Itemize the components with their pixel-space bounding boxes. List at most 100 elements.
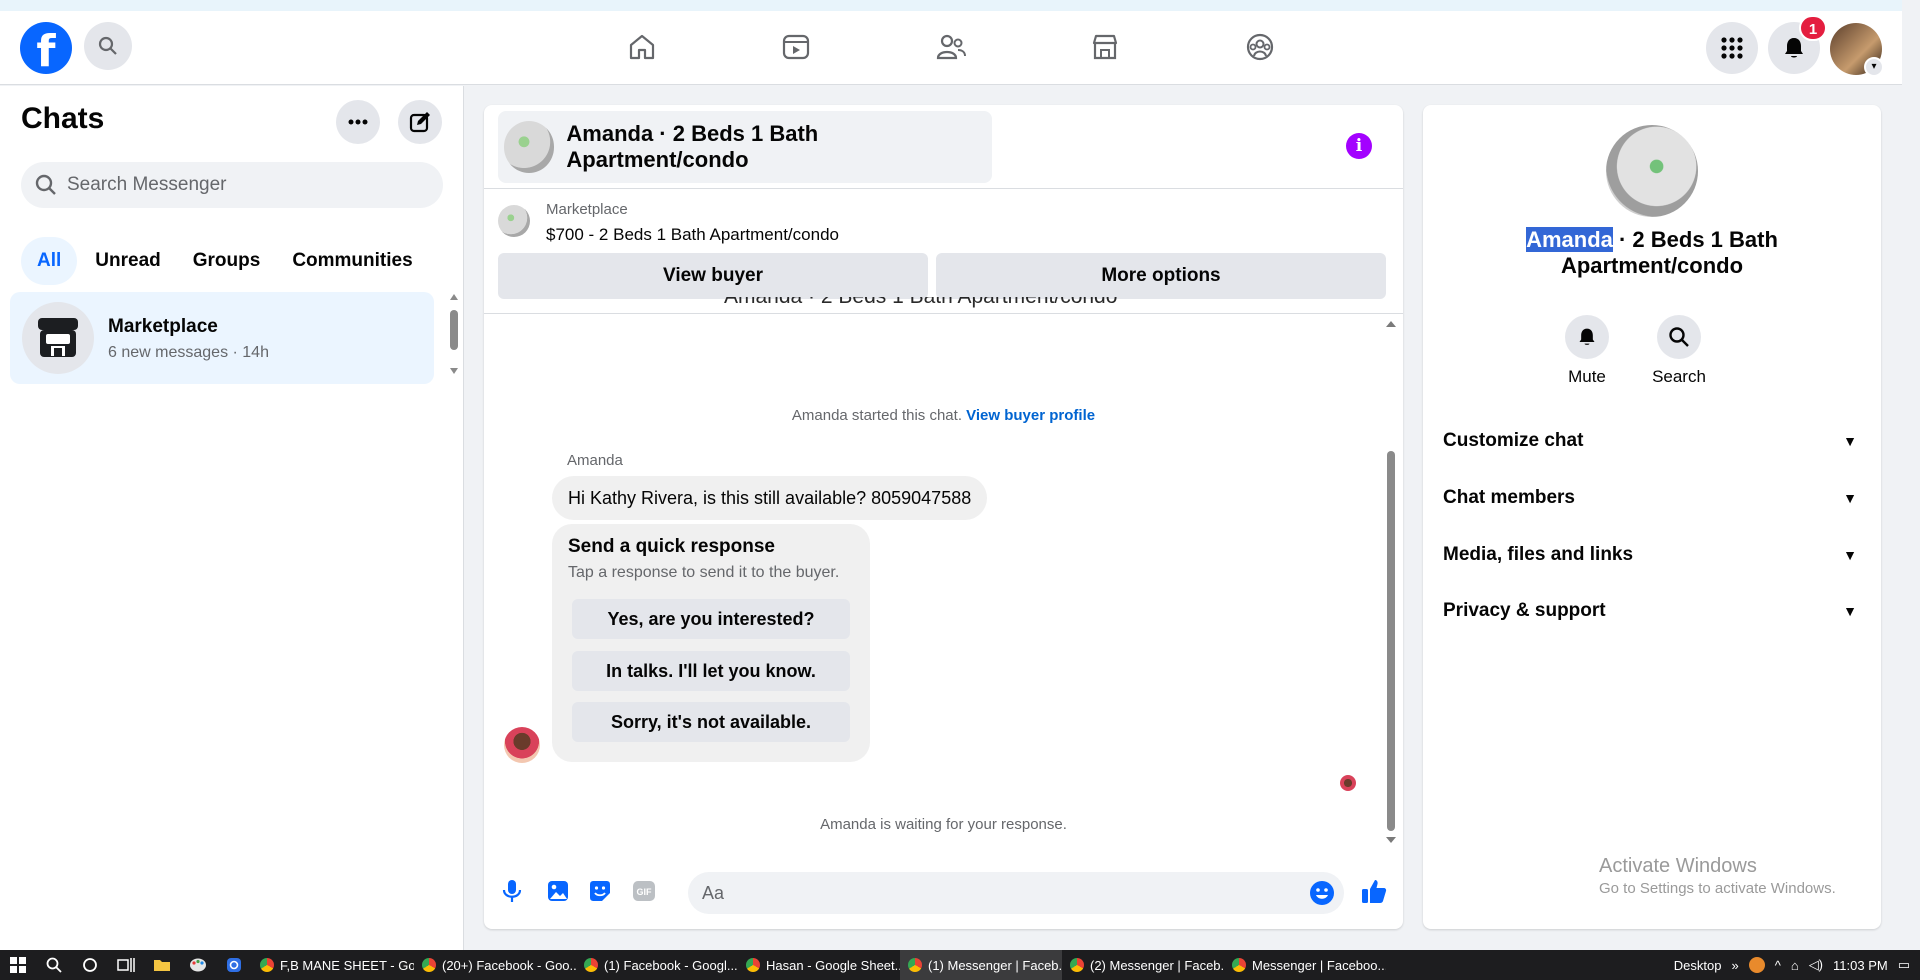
conversation-item-marketplace[interactable]: Marketplace 6 new messages · 14h (10, 292, 434, 384)
listing-price[interactable]: $700 - 2 Beds 1 Bath Apartment/condo (546, 225, 839, 245)
chat-members-row[interactable]: Chat members ▼ (1443, 476, 1863, 520)
marketplace-avatar (22, 302, 94, 374)
facebook-logo-icon[interactable]: f (20, 22, 72, 74)
action-center-icon[interactable]: ▭ (1898, 957, 1910, 973)
taskbar-window[interactable]: (20+) Facebook - Goo... (414, 950, 576, 980)
search-icon[interactable] (36, 950, 72, 980)
taskbar-window[interactable]: Hasan - Google Sheet... (738, 950, 900, 980)
chevron-down-icon: ▼ (1843, 547, 1857, 563)
view-buyer-profile-link[interactable]: View buyer profile (966, 407, 1095, 424)
send-like-button[interactable] (1360, 877, 1388, 905)
quick-response-option[interactable]: In talks. I'll let you know. (572, 651, 850, 691)
activate-subtitle: Go to Settings to activate Windows. (1599, 880, 1836, 897)
taskbar-window[interactable]: (2) Messenger | Faceb... (1062, 950, 1224, 980)
filter-groups[interactable]: Groups (179, 237, 275, 285)
chat-scrollbar[interactable] (1384, 317, 1398, 847)
nav-groups[interactable] (1240, 27, 1280, 67)
taskbar-window-label: (2) Messenger | Faceb... (1090, 957, 1224, 973)
buyer-avatar[interactable] (504, 727, 540, 763)
compose-icon (409, 112, 430, 133)
image-icon (548, 881, 568, 901)
emoji-button[interactable] (1308, 879, 1336, 907)
chrome-icon (1070, 958, 1084, 972)
marketplace-icon (1092, 34, 1118, 60)
quick-response-title: Send a quick response (568, 536, 775, 557)
nav-home[interactable] (622, 27, 662, 67)
file-explorer-icon[interactable] (144, 950, 180, 980)
task-view-icon[interactable] (108, 950, 144, 980)
message-input[interactable] (688, 872, 1344, 914)
overflow-chevron-icon[interactable]: » (1731, 958, 1738, 973)
chrome-icon (908, 958, 922, 972)
details-title: Amanda · 2 Beds 1 Bath Apartment/condo (1483, 227, 1821, 279)
privacy-support-row[interactable]: Privacy & support ▼ (1443, 589, 1863, 633)
gif-button[interactable]: GIF (630, 877, 658, 905)
mute-action[interactable]: Mute (1547, 315, 1627, 387)
row-label: Customize chat (1443, 430, 1584, 451)
time[interactable]: 11:03 PM (1833, 958, 1888, 973)
taskbar-window[interactable]: Messenger | Faceboo... (1224, 950, 1386, 980)
listing-photo[interactable] (1606, 125, 1698, 217)
message-bubble[interactable]: Hi Kathy Rivera, is this still available… (552, 476, 988, 520)
sticker-button[interactable] (586, 877, 614, 905)
sticker-icon (590, 881, 610, 901)
chat-started-notice: Amanda started this chat. View buyer pro… (484, 407, 1403, 424)
new-message-button[interactable] (398, 100, 442, 144)
friends-icon (936, 34, 966, 60)
search-input[interactable] (67, 174, 407, 196)
taskbar-window[interactable]: F,B MANE SHEET - Go... (252, 950, 414, 980)
taskbar-window-label: (1) Facebook - Googl... (604, 957, 738, 973)
nav-video[interactable] (776, 27, 816, 67)
chrome-icon (584, 958, 598, 972)
paint-icon[interactable] (180, 950, 216, 980)
nav-friends[interactable] (931, 27, 971, 67)
bell-icon[interactable] (1565, 315, 1609, 359)
menu-button[interactable] (1706, 22, 1758, 74)
attach-photo-button[interactable] (544, 877, 572, 905)
voice-clip-button[interactable] (498, 877, 526, 905)
filter-unread[interactable]: Unread (81, 237, 174, 285)
activate-windows-watermark: Activate Windows Go to Settings to activ… (1599, 855, 1836, 897)
search-icon[interactable] (1657, 315, 1701, 359)
windows-start-icon[interactable] (0, 950, 36, 980)
signal-app-icon[interactable] (216, 950, 252, 980)
view-buyer-button[interactable]: View buyer (498, 253, 928, 299)
taskbar-window-active[interactable]: (1) Messenger | Faceb... (900, 950, 1062, 980)
quick-response-option[interactable]: Sorry, it's not available. (572, 702, 850, 742)
chats-sidebar: Chats All Unread Groups Communities Mark… (0, 86, 464, 950)
info-icon[interactable]: i (1346, 133, 1372, 159)
customize-chat-row[interactable]: Customize chat ▼ (1443, 419, 1863, 463)
more-options-button[interactable]: More options (936, 253, 1386, 299)
sidebar-scrollbar[interactable] (448, 292, 460, 376)
chat-options-button[interactable] (336, 100, 380, 144)
chat-header[interactable]: Amanda · 2 Beds 1 Bath Apartment/condo (498, 111, 992, 183)
marketplace-label: Marketplace (546, 201, 628, 218)
search-icon (35, 174, 56, 195)
apps-grid-icon (1721, 37, 1743, 59)
volume-icon[interactable]: ◁) (1809, 957, 1823, 973)
top-navigation-bar: f 1 ▾ (0, 11, 1902, 85)
chat-pane: Amanda · 2 Beds 1 Bath Apartment/condo i… (484, 105, 1403, 929)
waiting-notice: Amanda is waiting for your response. (820, 816, 1067, 833)
page-scrollbar[interactable] (1902, 0, 1920, 950)
messenger-search[interactable] (21, 162, 443, 208)
groups-icon (1246, 33, 1274, 61)
taskbar-window[interactable]: (1) Facebook - Googl... (576, 950, 738, 980)
gif-icon: GIF (633, 881, 655, 901)
filter-all[interactable]: All (21, 237, 78, 285)
desktop-toolbar-label[interactable]: Desktop (1674, 958, 1722, 973)
quick-response-option[interactable]: Yes, are you interested? (572, 599, 850, 639)
nav-marketplace[interactable] (1085, 27, 1125, 67)
cortana-icon[interactable] (72, 950, 108, 980)
chevron-down-icon[interactable]: ▾ (1864, 57, 1884, 77)
app-tray-icon[interactable] (1748, 957, 1765, 973)
search-button[interactable] (84, 22, 132, 70)
network-icon[interactable]: ⌂ (1791, 958, 1799, 973)
media-files-links-row[interactable]: Media, files and links ▼ (1443, 533, 1863, 577)
search-action[interactable]: Search (1639, 315, 1719, 387)
chrome-icon (1232, 958, 1246, 972)
filter-communities[interactable]: Communities (278, 237, 426, 285)
show-hidden-icons-icon[interactable]: ^ (1775, 958, 1781, 973)
microphone-icon (502, 880, 522, 902)
chrome-icon (260, 958, 274, 972)
